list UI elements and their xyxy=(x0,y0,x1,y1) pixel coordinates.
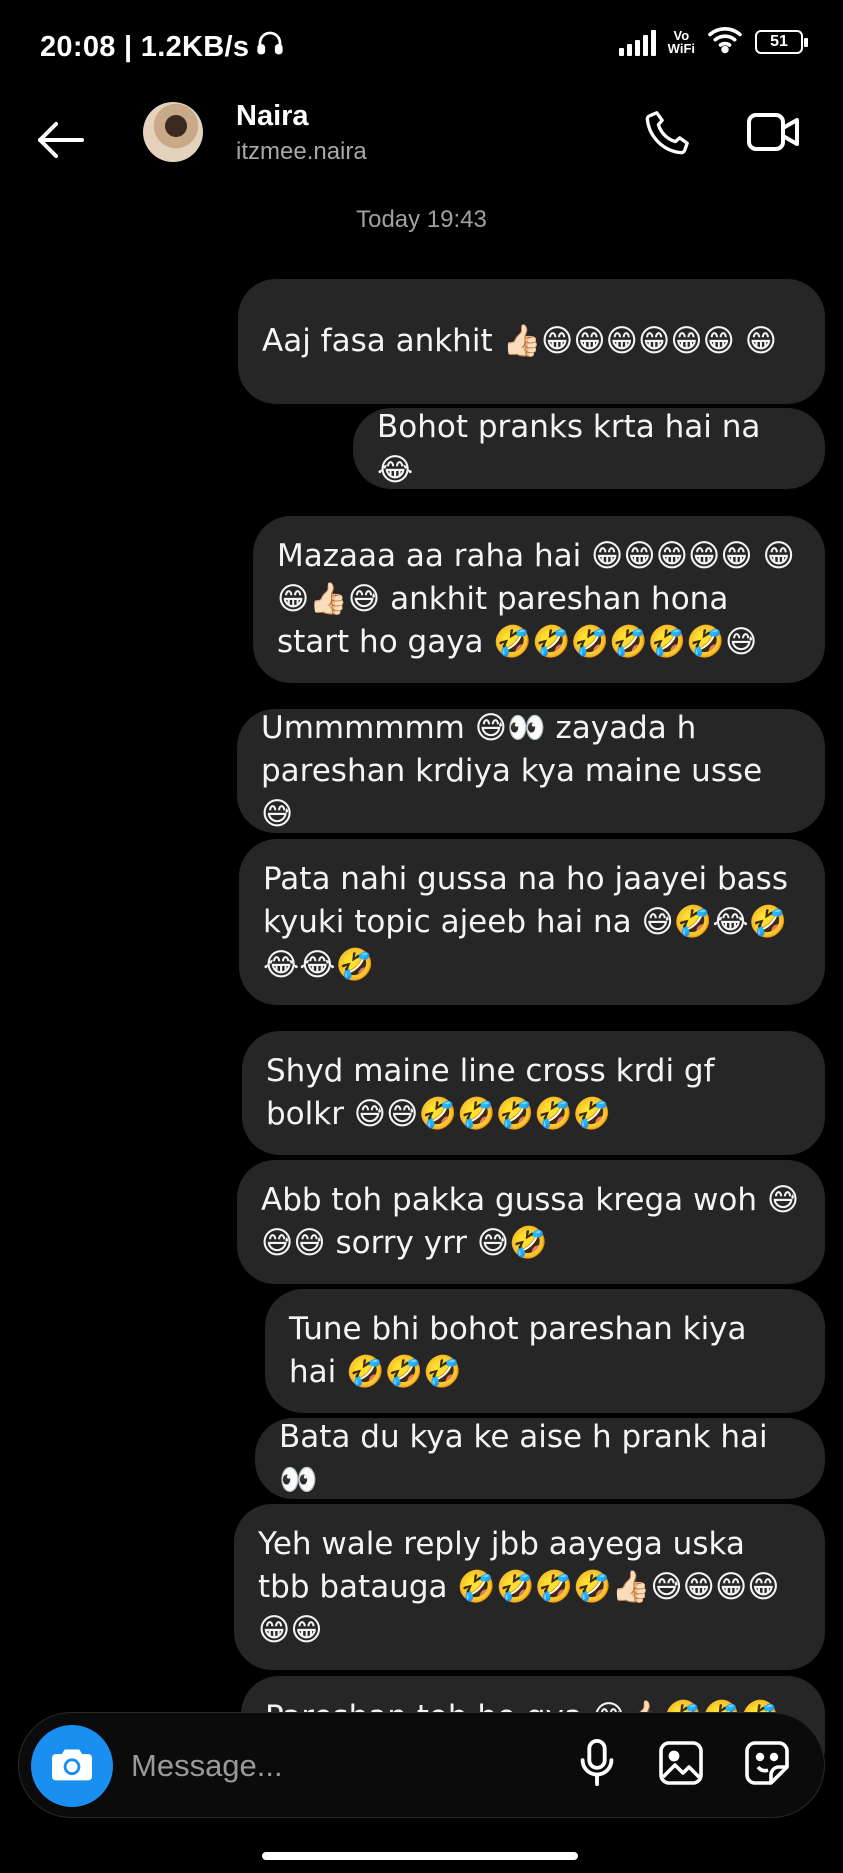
wifi-icon xyxy=(707,24,743,59)
sticker-button[interactable] xyxy=(737,1735,797,1795)
avatar[interactable] xyxy=(143,102,203,162)
status-bar: 20:08 | 1.2KB/s Vo WiFi 51 xyxy=(0,0,843,92)
vowifi-indicator: Vo WiFi xyxy=(668,29,695,55)
thread-timestamp: Today 19:43 xyxy=(356,206,487,233)
contact-handle[interactable]: itzmee.naira xyxy=(236,138,367,166)
image-icon xyxy=(657,1739,705,1792)
message-bubble[interactable]: Bata du kya ke aise h prank hai 👀 xyxy=(255,1418,825,1499)
message-composer xyxy=(18,1712,825,1818)
status-left: 20:08 | 1.2KB/s xyxy=(40,28,285,66)
message-text: Mazaaa aa raha hai 😁😁😁😁😁 😁😁👍🏻😅 ankhit pa… xyxy=(277,538,795,660)
message-text: Aaj fasa ankhit 👍🏻😁😁😁😁😁😁 😁 xyxy=(262,323,778,359)
contact-name[interactable]: Naira xyxy=(236,100,309,133)
message-text: Yeh wale reply jbb aayega uska tbb batau… xyxy=(258,1525,780,1648)
chat-header: Naira itzmee.naira xyxy=(0,92,843,202)
message-bubble[interactable]: Abb toh pakka gussa krega woh 😅 😅😅 sorry… xyxy=(237,1160,825,1284)
signal-icon xyxy=(618,28,656,56)
video-call-button[interactable] xyxy=(744,106,804,162)
phone-icon xyxy=(643,107,693,162)
message-bubble[interactable]: Tune bhi bohot pareshan kiya hai 🤣🤣🤣 xyxy=(265,1289,825,1413)
arrow-left-icon xyxy=(34,120,86,165)
status-time-network: 20:08 | 1.2KB/s xyxy=(40,30,250,63)
message-bubble[interactable]: Ummmmmm 😅👀 zayada h pareshan krdiya kya … xyxy=(237,709,825,833)
status-right: Vo WiFi 51 xyxy=(618,24,808,59)
gallery-button[interactable] xyxy=(651,1735,711,1795)
camera-button[interactable] xyxy=(31,1725,113,1807)
battery-indicator: 51 xyxy=(755,29,808,54)
message-text: Bohot pranks krta hai na 😂 xyxy=(377,408,761,488)
camera-icon xyxy=(50,1744,94,1789)
message-text: Shyd maine line cross krdi gf bolkr 😅😅🤣🤣… xyxy=(266,1053,715,1132)
message-bubble[interactable]: Mazaaa aa raha hai 😁😁😁😁😁 😁😁👍🏻😅 ankhit pa… xyxy=(253,516,825,683)
message-bubble[interactable]: Bohot pranks krta hai na 😂 xyxy=(353,408,825,489)
message-bubble[interactable]: Pata nahi gussa na ho jaayei bass kyuki … xyxy=(239,839,825,1005)
back-button[interactable] xyxy=(30,112,90,172)
microphone-icon xyxy=(577,1738,617,1793)
message-bubble[interactable]: Aaj fasa ankhit 👍🏻😁😁😁😁😁😁 😁 xyxy=(238,279,825,404)
message-text: Abb toh pakka gussa krega woh 😅 😅😅 sorry… xyxy=(261,1182,800,1261)
vowifi-top: Vo xyxy=(673,27,690,43)
message-text: Pata nahi gussa na ho jaayei bass kyuki … xyxy=(263,860,788,983)
message-bubble[interactable]: Yeh wale reply jbb aayega uska tbb batau… xyxy=(234,1504,825,1670)
message-text: Ummmmmm 😅👀 zayada h pareshan krdiya kya … xyxy=(261,709,763,832)
message-text: Bata du kya ke aise h prank hai 👀 xyxy=(279,1418,768,1498)
sticker-icon xyxy=(743,1739,791,1792)
message-text: Tune bhi bohot pareshan kiya hai 🤣🤣🤣 xyxy=(289,1311,747,1390)
vowifi-bottom: WiFi xyxy=(667,40,695,56)
video-camera-icon xyxy=(746,109,802,160)
headphones-icon xyxy=(255,28,285,66)
message-input[interactable] xyxy=(129,1735,533,1797)
voice-call-button[interactable] xyxy=(640,106,696,162)
voice-message-button[interactable] xyxy=(567,1735,627,1795)
battery-level: 51 xyxy=(770,32,788,50)
home-indicator[interactable] xyxy=(262,1852,578,1860)
message-bubble[interactable]: Shyd maine line cross krdi gf bolkr 😅😅🤣🤣… xyxy=(242,1031,825,1155)
